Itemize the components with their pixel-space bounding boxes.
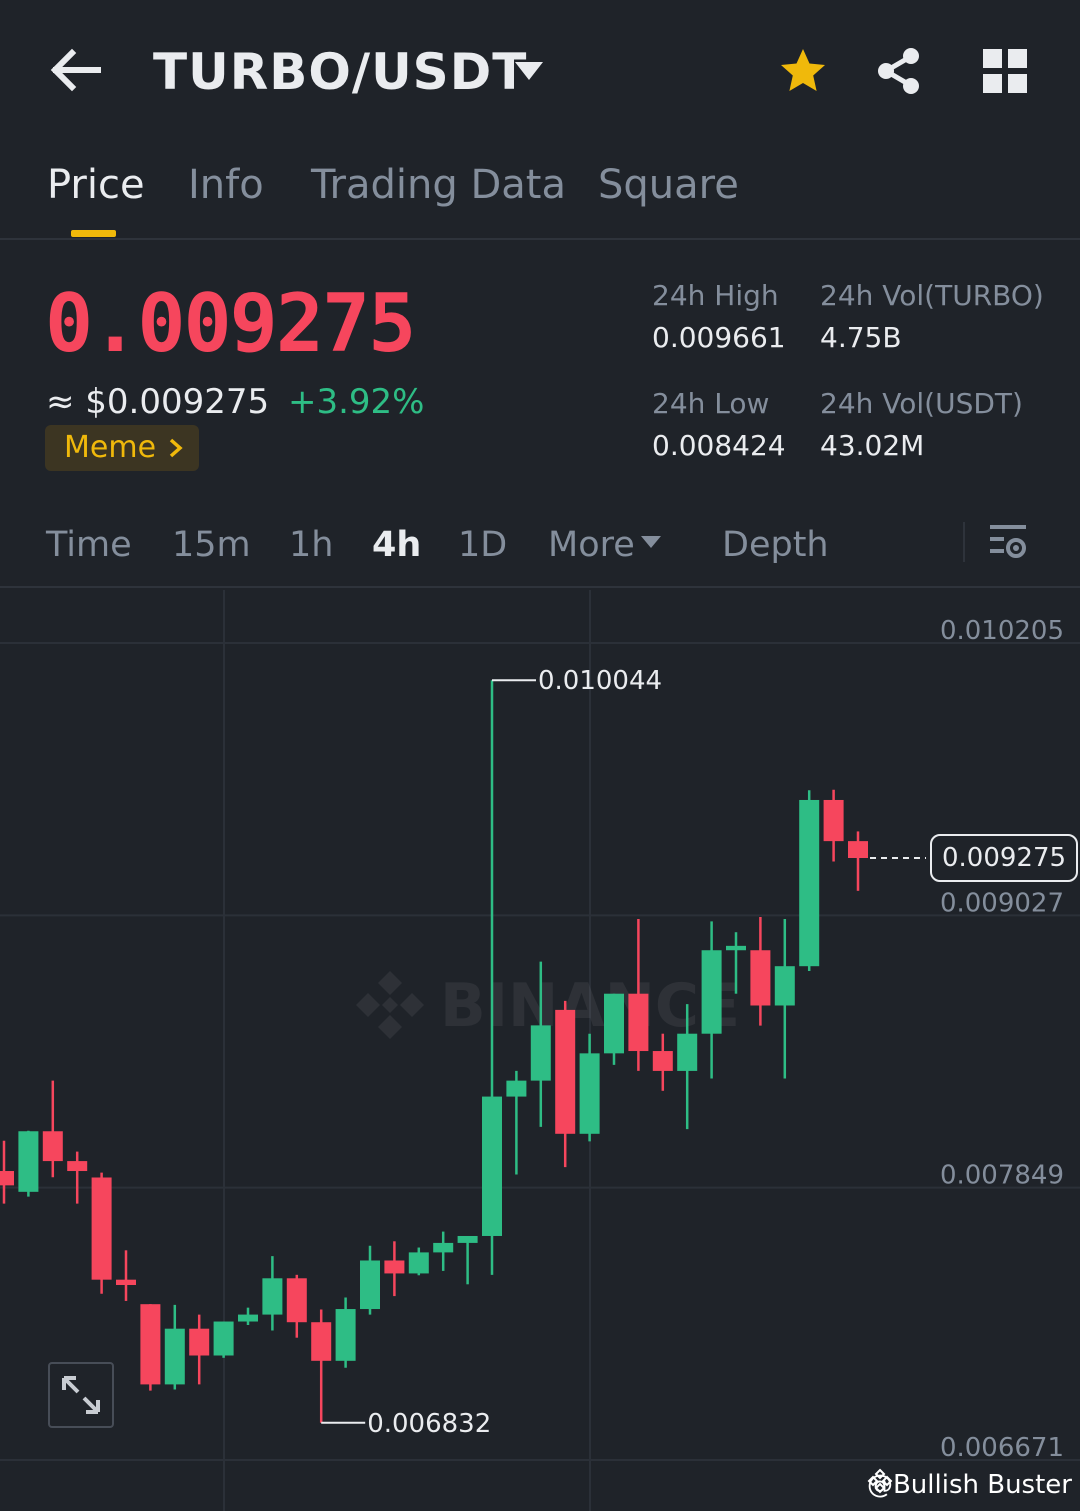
candle-body	[91, 1177, 112, 1280]
candle-body	[67, 1161, 88, 1172]
tab-price[interactable]: Price	[47, 160, 145, 210]
watermark-text: BINANCE	[440, 971, 740, 1041]
candle-body	[604, 993, 624, 1054]
fullscreen-button[interactable]	[48, 1362, 114, 1428]
stat-label: 24h High	[652, 279, 779, 312]
candle-body	[555, 1009, 576, 1134]
credit-watermark: @Bullish Buster	[867, 1468, 1072, 1502]
max-price-label: 0.010044	[538, 666, 662, 696]
interval-more[interactable]: More	[548, 524, 635, 566]
candle-body	[360, 1260, 380, 1310]
caret-down-icon[interactable]	[640, 534, 662, 550]
candle-body	[579, 1053, 600, 1134]
interval-15m[interactable]: 15m	[172, 524, 251, 566]
binance-logo-icon	[867, 1468, 893, 1494]
back-arrow-icon[interactable]	[48, 46, 104, 94]
candle-body	[238, 1314, 258, 1322]
y-tick-label: 0.007849	[940, 1161, 1064, 1191]
share-icon[interactable]	[874, 46, 924, 96]
candle-body	[848, 841, 868, 858]
credit-text: @Bullish Buster	[866, 1470, 1072, 1500]
stat-24h-high: 24h High 0.009661	[652, 278, 786, 356]
stat-24h-low: 24h Low 0.008424	[652, 386, 786, 464]
expand-icon	[62, 1376, 100, 1414]
last-price: 0.009275	[45, 277, 416, 370]
candle-body	[164, 1328, 185, 1385]
chart-canvas[interactable]: BINANCE 0.010205 0.009027 0.007849 0.006…	[0, 590, 1080, 1511]
candle-body	[433, 1242, 454, 1253]
star-icon[interactable]	[778, 46, 828, 96]
y-tick-label: 0.010205	[940, 616, 1064, 646]
stat-24h-vol-quote: 24h Vol(USDT) 43.02M	[820, 386, 1023, 464]
candle-body	[116, 1279, 136, 1285]
candle-body	[408, 1252, 429, 1274]
stat-label: 24h Vol(USDT)	[820, 387, 1023, 420]
candle-body	[799, 799, 820, 967]
stat-24h-vol-base: 24h Vol(TURBO) 4.75B	[820, 278, 1044, 356]
meme-tag-button[interactable]: Meme	[45, 425, 199, 471]
candle-body	[457, 1235, 478, 1243]
caret-down-icon[interactable]	[512, 58, 546, 84]
candle-body	[506, 1080, 527, 1097]
candle-body	[262, 1278, 283, 1315]
divider	[963, 522, 965, 562]
tab-info[interactable]: Info	[188, 160, 264, 210]
candle-body	[652, 1051, 673, 1071]
usd-price-line: ≈ $0.009275 +3.92%	[46, 382, 424, 422]
candle-body	[18, 1131, 39, 1192]
tab-square[interactable]: Square	[598, 160, 739, 210]
candle-body	[311, 1322, 332, 1361]
candle-body	[335, 1309, 356, 1361]
interval-4h[interactable]: 4h	[372, 524, 421, 566]
candle-body	[482, 1096, 502, 1236]
candle-body	[0, 1171, 14, 1186]
meme-tag-label: Meme	[64, 430, 157, 465]
candle-body	[823, 799, 844, 842]
price-change-percent: +3.92%	[287, 382, 425, 422]
stat-value: 4.75B	[820, 321, 902, 354]
stat-value: 0.009661	[652, 321, 786, 354]
interval-depth[interactable]: Depth	[722, 524, 829, 566]
candle-body	[140, 1304, 161, 1385]
pair-title[interactable]: TURBO/USDT	[153, 40, 527, 104]
interval-1d[interactable]: 1D	[458, 524, 507, 566]
interval-time[interactable]: Time	[46, 524, 132, 566]
candle-body	[726, 945, 746, 951]
stat-label: 24h Low	[652, 387, 770, 420]
y-tick-label: 0.006671	[940, 1433, 1064, 1463]
candle-body	[213, 1321, 234, 1356]
last-price-tag: 0.009275	[930, 834, 1078, 882]
active-tab-indicator	[71, 230, 116, 237]
chevron-right-icon	[169, 438, 183, 458]
grid-icon[interactable]	[982, 48, 1028, 94]
candle-body	[628, 993, 649, 1052]
stat-label: 24h Vol(TURBO)	[820, 279, 1044, 312]
binance-logo-icon	[356, 971, 424, 1039]
candle-body	[677, 1033, 698, 1071]
candle-body	[530, 1025, 551, 1081]
candle-body	[286, 1278, 307, 1323]
candle-body	[42, 1131, 63, 1162]
tab-trading-data[interactable]: Trading Data	[311, 160, 566, 210]
interval-1h[interactable]: 1h	[289, 524, 333, 566]
candle-body	[774, 966, 795, 1006]
interval-bar: Time 15m 1h 4h 1D More Depth	[0, 500, 1080, 588]
stat-value: 43.02M	[820, 429, 925, 462]
min-price-label: 0.006832	[367, 1409, 491, 1439]
usd-price: ≈ $0.009275	[46, 382, 270, 422]
page-tabs: Price Info Trading Data Square	[0, 150, 1080, 240]
candlestick-chart[interactable]: BINANCE 0.010205 0.009027 0.007849 0.006…	[0, 590, 1080, 1511]
candle-body	[750, 950, 771, 1006]
top-bar: TURBO/USDT	[0, 0, 1080, 140]
stat-value: 0.008424	[652, 429, 786, 462]
candle-body	[189, 1328, 210, 1356]
candle-body	[384, 1260, 405, 1274]
candle-body	[701, 950, 722, 1034]
y-tick-label: 0.009027	[940, 888, 1064, 918]
chart-settings-icon[interactable]	[988, 522, 1028, 562]
candles	[0, 680, 868, 1423]
